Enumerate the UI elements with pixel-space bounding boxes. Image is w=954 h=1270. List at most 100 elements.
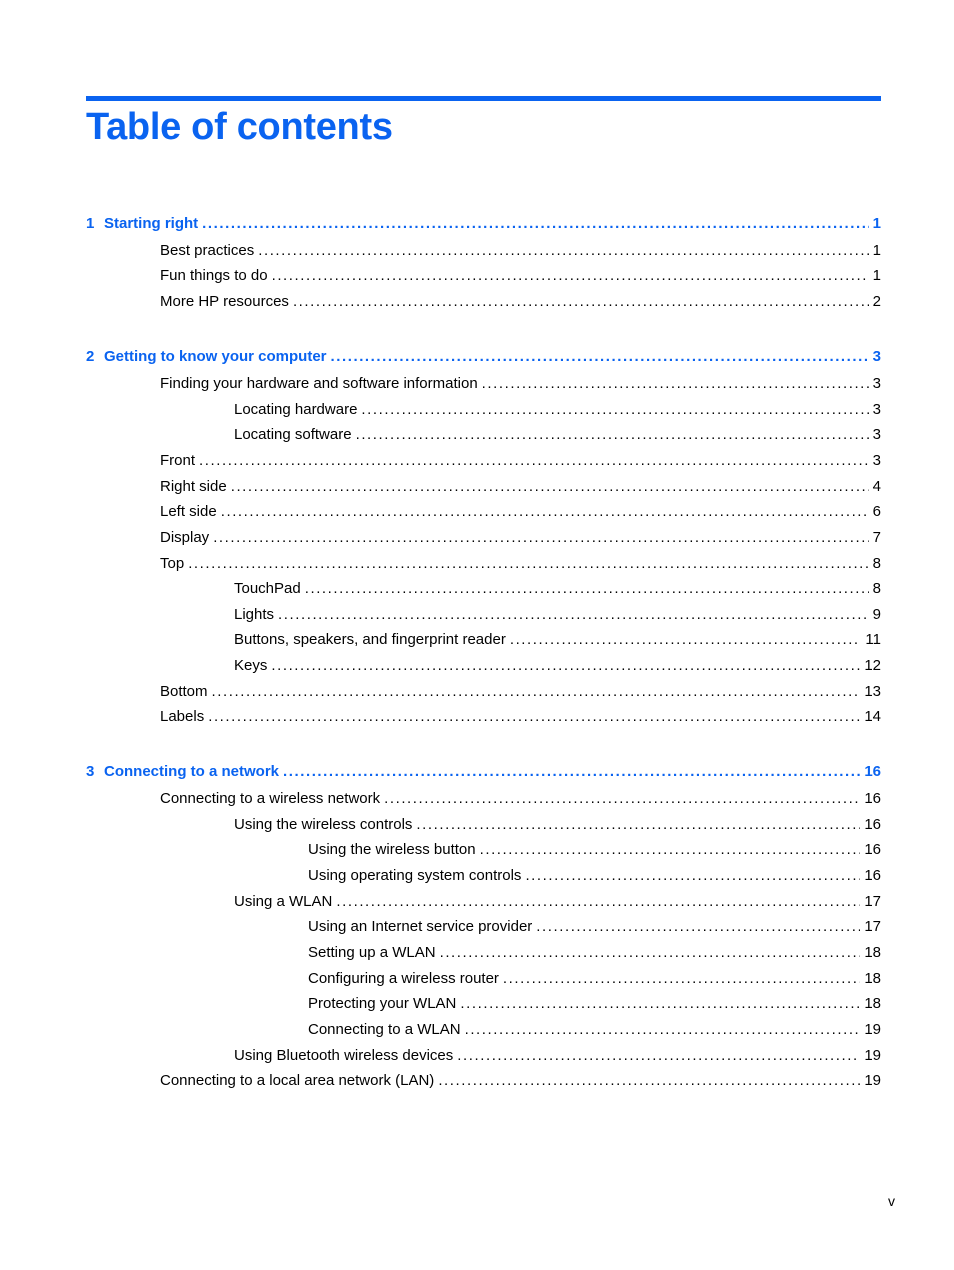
dot-leader	[305, 580, 869, 598]
toc-page-number: 16	[864, 816, 881, 833]
toc-entry-label: Configuring a wireless router	[308, 970, 499, 987]
dot-leader	[482, 375, 869, 393]
dot-leader	[384, 790, 860, 808]
toc-page-number: 1	[872, 215, 881, 232]
toc-page-number: 19	[864, 1021, 881, 1038]
toc-page-number: 11	[865, 631, 881, 648]
chapter-title: Starting right	[104, 215, 199, 232]
toc-entry-label: Protecting your WLAN	[308, 995, 457, 1012]
toc-entry[interactable]: TouchPad 8	[234, 580, 881, 598]
toc-entry[interactable]: Best practices 1	[160, 242, 881, 260]
toc-page-number: 18	[864, 944, 881, 961]
toc-page-number: 17	[864, 918, 881, 935]
dot-leader	[272, 267, 869, 285]
toc-entry[interactable]: Setting up a WLAN 18	[308, 944, 881, 962]
toc-entry[interactable]: Using a WLAN 17	[234, 893, 881, 911]
toc-entry[interactable]: Right side 4	[160, 478, 881, 496]
toc-entry[interactable]: Locating hardware 3	[234, 401, 881, 419]
toc-page-number: 3	[872, 401, 881, 418]
toc-entry-label: Using Bluetooth wireless devices	[234, 1047, 454, 1064]
toc-entry[interactable]: Connecting to a WLAN 19	[308, 1021, 881, 1039]
toc-entry[interactable]: Using operating system controls 16	[308, 867, 881, 885]
dot-leader	[331, 348, 869, 366]
dot-leader	[202, 215, 868, 233]
toc-chapter-entry[interactable]: 2 Getting to know your computer 3	[86, 348, 881, 366]
toc-entry[interactable]: Fun things to do 1	[160, 267, 881, 285]
dot-leader	[188, 555, 868, 573]
toc-entry-label: Keys	[234, 657, 268, 674]
toc-entry[interactable]: Using Bluetooth wireless devices 19	[234, 1047, 881, 1065]
toc-entry[interactable]: Front 3	[160, 452, 881, 470]
dot-leader	[460, 995, 860, 1013]
toc-page-number: 13	[864, 683, 881, 700]
toc-page-number: 6	[872, 503, 881, 520]
toc-entry-label: Lights	[234, 606, 275, 623]
toc-page-number: 14	[864, 708, 881, 725]
dot-leader	[293, 293, 869, 311]
toc-page-number: 1	[872, 242, 881, 259]
dot-leader	[457, 1047, 860, 1065]
toc-page-number: 8	[872, 580, 881, 597]
dot-leader	[278, 606, 869, 624]
toc-entry-label: Labels	[160, 708, 205, 725]
toc-entry-label: Using the wireless controls	[234, 816, 413, 833]
toc-entry-label: Setting up a WLAN	[308, 944, 436, 961]
toc-page-number: 8	[872, 555, 881, 572]
toc-entry[interactable]: Connecting to a wireless network 16	[160, 790, 881, 808]
toc-entry[interactable]: Keys 12	[234, 657, 881, 675]
toc-entry-label: Connecting to a WLAN	[308, 1021, 461, 1038]
toc-entry[interactable]: Using the wireless button 16	[308, 841, 881, 859]
dot-leader	[510, 631, 862, 649]
toc-entry-label: Connecting to a local area network (LAN)	[160, 1072, 435, 1089]
toc-entry-label: Left side	[160, 503, 217, 520]
toc-entry[interactable]: Using an Internet service provider 17	[308, 918, 881, 936]
toc-entry-label: Finding your hardware and software infor…	[160, 375, 478, 392]
page-number-footer: v	[888, 1193, 895, 1209]
chapter-title: Connecting to a network	[104, 763, 280, 780]
toc-entry[interactable]: Left side 6	[160, 503, 881, 521]
toc-entry[interactable]: Bottom 13	[160, 683, 881, 701]
toc-entry[interactable]: Display 7	[160, 529, 881, 547]
dot-leader	[416, 816, 860, 834]
dot-leader	[356, 426, 869, 444]
dot-leader	[199, 452, 869, 470]
dot-leader	[503, 970, 860, 988]
toc-entry[interactable]: Lights 9	[234, 606, 881, 624]
toc-entry[interactable]: Using the wireless controls 16	[234, 816, 881, 834]
toc-entry[interactable]: Labels 14	[160, 708, 881, 726]
toc-page-number: 1	[872, 267, 881, 284]
toc-entry[interactable]: Connecting to a local area network (LAN)…	[160, 1072, 881, 1090]
toc-entry-label: Connecting to a wireless network	[160, 790, 381, 807]
toc-chapter-entry[interactable]: 1 Starting right 1	[86, 215, 881, 233]
toc-entry-label: Locating hardware	[234, 401, 358, 418]
toc-page-number: 16	[864, 790, 881, 807]
toc-entry-label: Locating software	[234, 426, 352, 443]
chapter-number: 3	[86, 763, 95, 780]
toc-page-number: 16	[864, 841, 881, 858]
toc-page-number: 12	[864, 657, 881, 674]
toc-entry[interactable]: Configuring a wireless router 18	[308, 970, 881, 988]
toc-chapter-entry[interactable]: 3 Connecting to a network 16	[86, 763, 881, 781]
chapter-number: 2	[86, 348, 95, 365]
toc-entry[interactable]: More HP resources 2	[160, 293, 881, 311]
toc-entry[interactable]: Finding your hardware and software infor…	[160, 375, 881, 393]
toc-page-number: 18	[864, 995, 881, 1012]
dot-leader	[440, 944, 861, 962]
toc-entry-label: Right side	[160, 478, 227, 495]
toc-entry[interactable]: Locating software 3	[234, 426, 881, 444]
toc-page-number: 7	[872, 529, 881, 546]
toc-entry-label: Using operating system controls	[308, 867, 522, 884]
toc-page-number: 16	[864, 763, 881, 780]
dot-leader	[283, 763, 860, 781]
dot-leader	[213, 529, 868, 547]
toc-page-number: 19	[864, 1047, 881, 1064]
toc-page-number: 17	[864, 893, 881, 910]
toc-entry[interactable]: Top 8	[160, 555, 881, 573]
dot-leader	[525, 867, 860, 885]
dot-leader	[465, 1021, 861, 1039]
toc-entry-label: Fun things to do	[160, 267, 268, 284]
toc-entry[interactable]: Protecting your WLAN 18	[308, 995, 881, 1013]
dot-leader	[536, 918, 860, 936]
toc-page-number: 9	[872, 606, 881, 623]
toc-entry[interactable]: Buttons, speakers, and fingerprint reade…	[234, 631, 881, 649]
